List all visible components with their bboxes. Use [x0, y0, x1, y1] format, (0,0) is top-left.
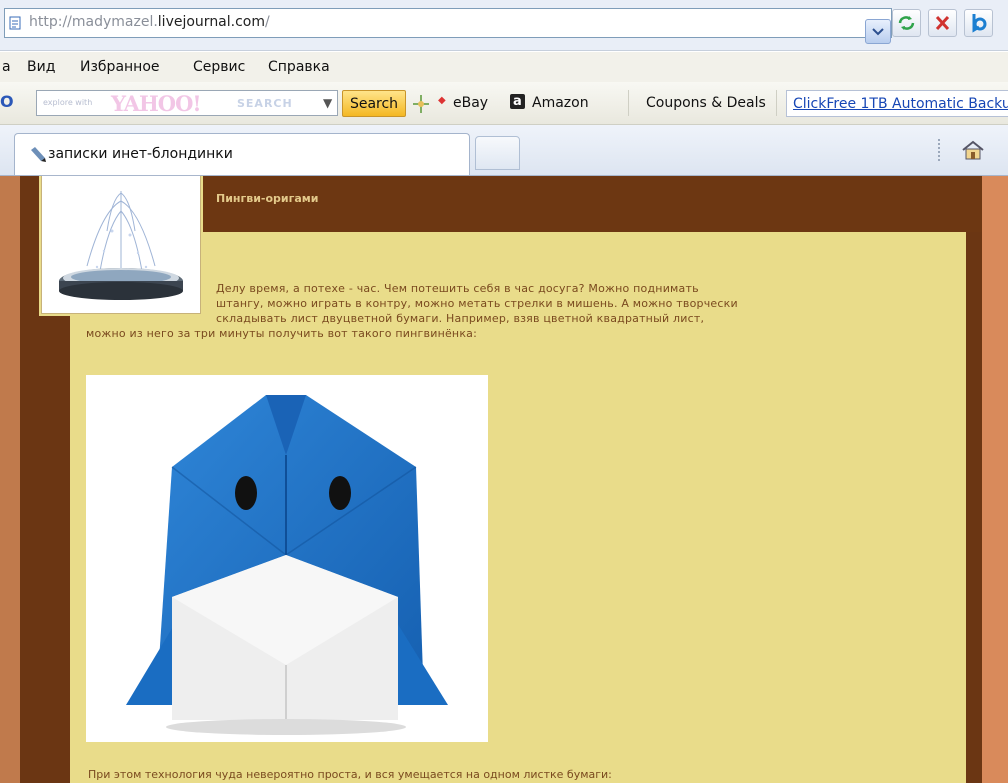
- address-bar-row: http://madymazel.livejournal.com/: [0, 0, 1008, 51]
- post-text-line: складывать лист двуцветной бумаги. Напри…: [216, 312, 705, 325]
- compass-icon[interactable]: [412, 94, 430, 114]
- coupons-link[interactable]: Coupons & Deals: [646, 95, 766, 111]
- menu-item-edit[interactable]: а: [2, 59, 11, 75]
- post-title[interactable]: Пингви-оригами: [216, 192, 319, 205]
- bing-search-button[interactable]: [964, 9, 993, 37]
- toolbar-separator: [628, 90, 629, 116]
- url-domain: livejournal.com: [157, 14, 266, 30]
- tab-active[interactable]: записки инет-блондинки: [14, 133, 470, 175]
- search-button[interactable]: Search: [342, 90, 406, 117]
- post-text-line: штангу, можно играть в контру, можно мет…: [216, 297, 738, 310]
- new-tab-button[interactable]: [475, 136, 520, 170]
- toolbar-left-glyph: O: [0, 92, 14, 111]
- clickfree-link[interactable]: ClickFree 1TB Automatic Backup: [786, 90, 1008, 117]
- yahoo-logo: YAHOO!: [111, 91, 202, 116]
- tab-title: записки инет-блондинки: [48, 146, 233, 162]
- tab-bar: записки инет-блондинки: [0, 125, 1008, 176]
- post-text-line: Делу время, а потехе - час. Чем потешить…: [216, 282, 699, 295]
- refresh-icon: [898, 16, 915, 30]
- chevron-down-icon: [872, 28, 884, 36]
- userpic: [41, 176, 201, 314]
- post-text-line: можно из него за три минуты получить вот…: [86, 327, 478, 340]
- amazon-link[interactable]: Amazon: [532, 95, 589, 111]
- menu-item-tools[interactable]: Сервис: [193, 59, 245, 75]
- menu-bar: а Вид Избранное Сервис Справка: [0, 52, 1008, 82]
- chevron-down-icon[interactable]: ▼: [323, 96, 332, 110]
- yahoo-search-word: SEARCH: [237, 97, 293, 110]
- fountain-image: [59, 191, 183, 300]
- toolbar-grip: [938, 139, 940, 163]
- url-suffix: /: [265, 14, 270, 30]
- post-text-bottom: При этом технология чуда невероятно прос…: [88, 768, 612, 781]
- url-prefix: http://madymazel.: [29, 14, 158, 30]
- page-icon: [9, 16, 21, 30]
- yahoo-search-input[interactable]: explore with YAHOO! SEARCH ▼: [36, 90, 338, 116]
- bing-icon: [972, 14, 987, 33]
- address-input[interactable]: http://madymazel.livejournal.com/: [4, 8, 892, 44]
- yahoo-search-placeholder: explore with: [43, 98, 93, 107]
- toolbar-separator: [776, 90, 777, 116]
- yahoo-toolbar: O explore with YAHOO! SEARCH ▼ Search ◆ …: [0, 82, 1008, 125]
- ebay-icon: ◆: [438, 95, 446, 106]
- web-page: Пингви-оригами Делу время, а потехе - ча…: [0, 176, 1008, 783]
- amazon-icon: a: [510, 94, 525, 109]
- penguin-origami-image: [86, 375, 488, 742]
- menu-item-favorites[interactable]: Избранное: [80, 59, 160, 75]
- menu-item-view[interactable]: Вид: [27, 59, 55, 75]
- pencil-icon: [31, 147, 46, 162]
- address-text: http://madymazel.livejournal.com/: [29, 14, 270, 30]
- refresh-button[interactable]: [892, 9, 921, 37]
- address-dropdown-button[interactable]: [865, 19, 891, 44]
- menu-item-help[interactable]: Справка: [268, 59, 330, 75]
- penguin-illustration: [126, 395, 448, 735]
- home-icon[interactable]: [960, 139, 986, 161]
- page-right-edge: [982, 176, 1008, 783]
- close-icon: [935, 15, 950, 31]
- stop-button[interactable]: [928, 9, 957, 37]
- ebay-link[interactable]: eBay: [453, 95, 488, 111]
